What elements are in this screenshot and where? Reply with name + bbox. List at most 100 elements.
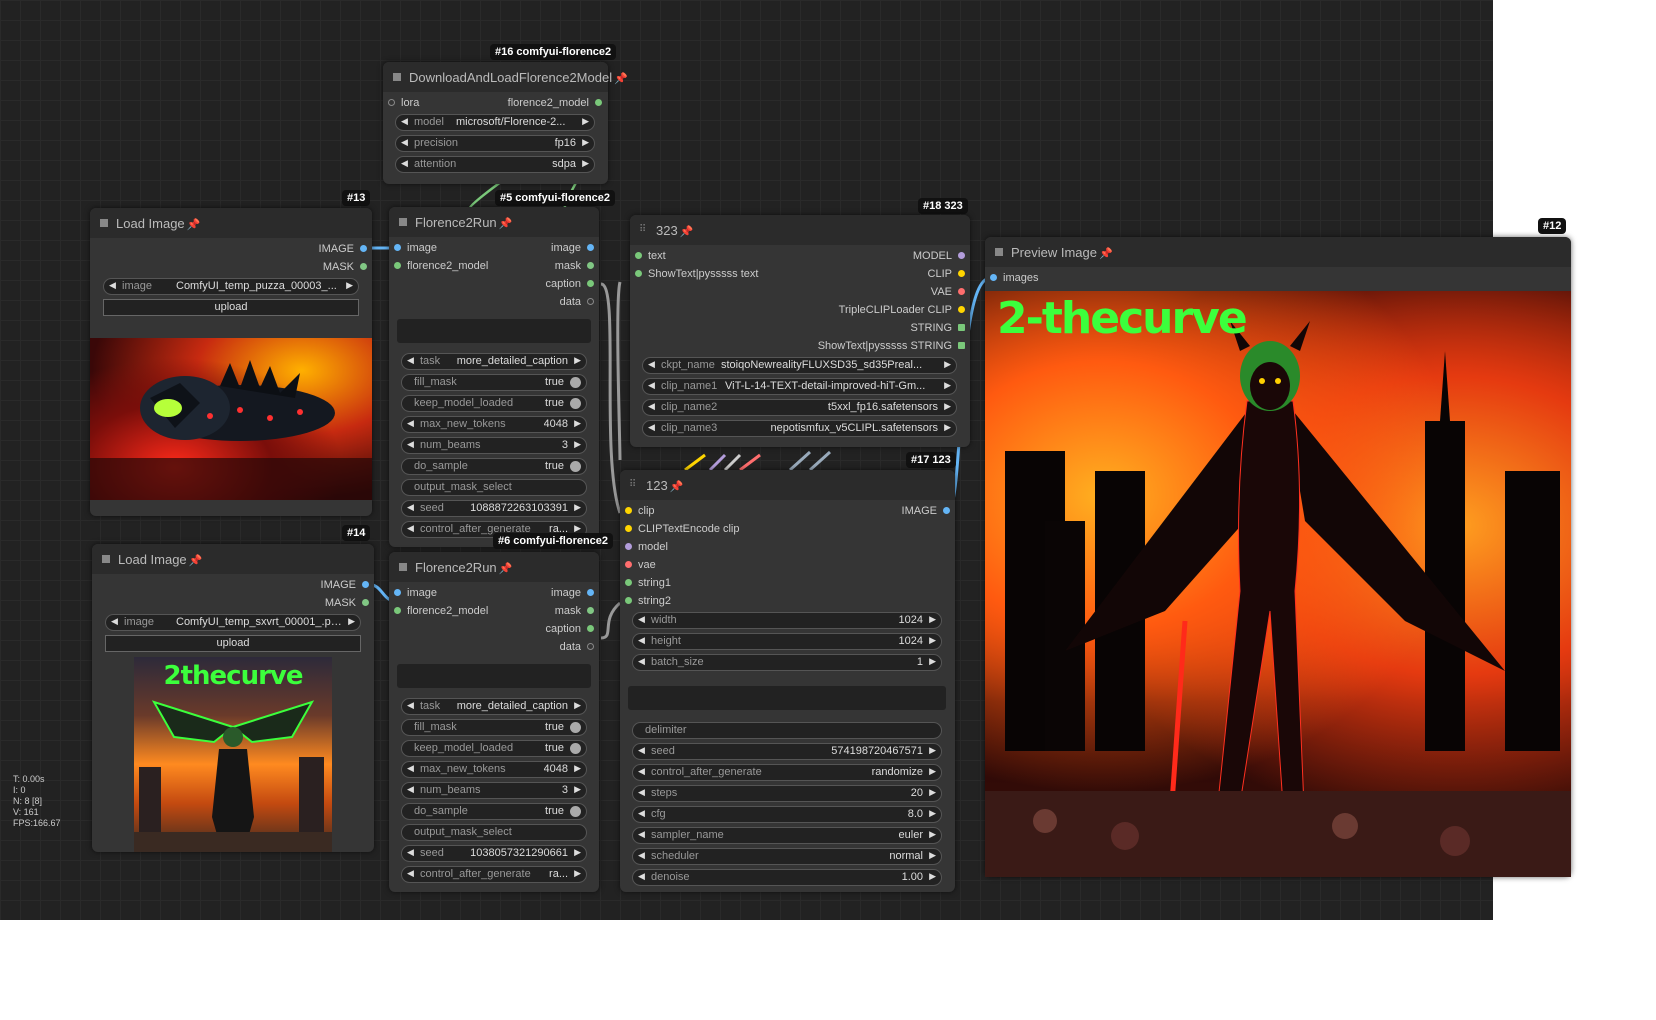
node-preview-image[interactable]: Preview Image 📌 images 2-thecurve: [985, 237, 1571, 877]
prompt-textarea[interactable]: [397, 664, 591, 688]
node-florence2run-5[interactable]: Florence2Run 📌 image florence2_model imag…: [389, 207, 599, 547]
output-image[interactable]: IMAGE: [870, 503, 950, 519]
widget-width[interactable]: ◀ width 1024 ▶: [632, 612, 942, 629]
image-preview-character: 2thecurve: [134, 657, 332, 852]
widget-max-new-tokens[interactable]: ◀ max_new_tokens 4048 ▶: [401, 416, 587, 433]
widget-steps[interactable]: ◀ steps 20 ▶: [632, 785, 942, 802]
widget-control-after-generate[interactable]: ◀ control_after_generate ra... ▶: [401, 866, 587, 883]
collapse-icon[interactable]: [100, 219, 108, 227]
toggle-fill-mask[interactable]: fill_mask true: [401, 719, 587, 736]
output-mask[interactable]: MASK: [287, 259, 367, 275]
widget-seed[interactable]: ◀ seed 1038057321290661 ▶: [401, 845, 587, 862]
output-data[interactable]: data: [514, 294, 594, 310]
node-18-badge: #18 323: [918, 198, 968, 214]
widget-output-mask-select[interactable]: output_mask_select: [401, 824, 587, 841]
output-data[interactable]: data: [514, 639, 594, 655]
output-caption[interactable]: caption: [514, 276, 594, 292]
output-clip[interactable]: CLIP: [765, 266, 965, 282]
widget-seed[interactable]: ◀ seed 574198720467571 ▶: [632, 743, 942, 760]
widget-model[interactable]: ◀ model microsoft/Florence-2... ▶: [395, 114, 595, 131]
node-6-header[interactable]: Florence2Run 📌: [389, 552, 599, 582]
output-florence2-model[interactable]: florence2_model: [482, 95, 602, 111]
output-triple-clip[interactable]: TripleCLIPLoader CLIP: [765, 302, 965, 318]
node-323-group[interactable]: ⠿ 323 📌 text ShowText|pysssss text MODEL …: [630, 215, 970, 447]
thumb-text: 2thecurve: [163, 661, 304, 691]
pin-icon[interactable]: 📌: [189, 555, 203, 567]
upload-button[interactable]: upload: [103, 299, 359, 316]
prompt-textarea[interactable]: [397, 319, 591, 343]
output-model[interactable]: MODEL: [765, 248, 965, 264]
pin-icon[interactable]: 📌: [614, 73, 628, 85]
pin-icon[interactable]: 📌: [499, 563, 513, 575]
collapse-icon[interactable]: [102, 555, 110, 563]
pin-icon[interactable]: 📌: [680, 226, 694, 238]
collapse-icon[interactable]: [393, 73, 401, 81]
node-13-badge: #13: [342, 190, 371, 206]
node-18-header[interactable]: ⠿ 323 📌: [630, 215, 970, 245]
collapse-icon[interactable]: [399, 563, 407, 571]
node-14-header[interactable]: Load Image 📌: [92, 544, 374, 574]
pin-icon[interactable]: 📌: [670, 481, 684, 493]
widget-batch-size[interactable]: ◀ batch_size 1 ▶: [632, 654, 942, 671]
output-image[interactable]: IMAGE: [289, 577, 369, 593]
widget-task[interactable]: ◀ task more_detailed_caption ▶: [401, 698, 587, 715]
toggle-fill-mask[interactable]: fill_mask true: [401, 374, 587, 391]
output-caption[interactable]: caption: [514, 621, 594, 637]
widget-height[interactable]: ◀ height 1024 ▶: [632, 633, 942, 650]
output-image[interactable]: IMAGE: [287, 241, 367, 257]
widget-num-beams[interactable]: ◀ num_beams 3 ▶: [401, 782, 587, 799]
widget-denoise[interactable]: ◀ denoise 1.00 ▶: [632, 869, 942, 886]
toggle-keep-model-loaded[interactable]: keep_model_loaded true: [401, 395, 587, 412]
widget-clip-name3[interactable]: ◀ clip_name3 nepotismfux_v5CLIPL.safetenso…: [642, 420, 957, 437]
output-mask[interactable]: MASK: [289, 595, 369, 611]
toggle-keep-model-loaded[interactable]: keep_model_loaded true: [401, 740, 587, 757]
output-mask[interactable]: mask: [514, 258, 594, 274]
node-download-florence2[interactable]: DownloadAndLoadFlorence2Model 📌 lora flor…: [383, 62, 628, 184]
output-string[interactable]: STRING: [765, 320, 965, 336]
pin-icon[interactable]: 📌: [499, 218, 513, 230]
widget-clip-name1[interactable]: ◀ clip_name1 ViT-L-14-TEXT-detail-improved…: [642, 378, 957, 395]
widget-ckpt-name[interactable]: ◀ ckpt_name stoiqoNewrealityFLUXSD35_sd35P…: [642, 357, 957, 374]
output-mask[interactable]: mask: [514, 603, 594, 619]
widget-num-beams[interactable]: ◀ num_beams 3 ▶: [401, 437, 587, 454]
node-17-header[interactable]: ⠿ 123 📌: [620, 470, 955, 500]
node-florence2run-6[interactable]: Florence2Run 📌 image florence2_model imag…: [389, 552, 599, 892]
widget-control-after-generate[interactable]: ◀ control_after_generate randomize ▶: [632, 764, 942, 781]
widget-cfg[interactable]: ◀ cfg 8.0 ▶: [632, 806, 942, 823]
toggle-do-sample[interactable]: do_sample true: [401, 803, 587, 820]
pin-icon[interactable]: 📌: [1099, 248, 1113, 260]
widget-sampler-name[interactable]: ◀ sampler_name euler ▶: [632, 827, 942, 844]
widget-clip-name2[interactable]: ◀ clip_name2 t5xxl_fp16.safetensors ▶: [642, 399, 957, 416]
toggle-do-sample[interactable]: do_sample true: [401, 458, 587, 475]
node-13-header[interactable]: Load Image 📌: [90, 208, 372, 238]
widget-precision[interactable]: ◀ precision fp16 ▶: [395, 135, 595, 152]
drag-handle-icon[interactable]: ⠿: [639, 225, 649, 235]
widget-scheduler[interactable]: ◀ scheduler normal ▶: [632, 848, 942, 865]
node-12-header[interactable]: Preview Image 📌: [985, 237, 1571, 267]
drag-handle-icon[interactable]: ⠿: [629, 480, 639, 490]
output-image[interactable]: image: [514, 240, 594, 256]
widget-delimiter[interactable]: delimiter: [632, 722, 942, 739]
widget-task[interactable]: ◀ task more_detailed_caption ▶: [401, 353, 587, 370]
collapse-icon[interactable]: [995, 248, 1003, 256]
node-123-group[interactable]: ⠿ 123 📌 clip CLIPTextEncode clip model va…: [620, 470, 955, 892]
widget-attention[interactable]: ◀ attention sdpa ▶: [395, 156, 595, 173]
output-vae[interactable]: VAE: [765, 284, 965, 300]
node-load-image-14[interactable]: Load Image 📌 IMAGE MASK ◀ image ComfyUI_tem…: [92, 544, 374, 852]
output-showtext-string[interactable]: ShowText|pysssss STRING: [765, 338, 965, 354]
widget-max-new-tokens[interactable]: ◀ max_new_tokens 4048 ▶: [401, 761, 587, 778]
output-image[interactable]: image: [514, 585, 594, 601]
node-16-header[interactable]: DownloadAndLoadFlorence2Model 📌: [383, 62, 628, 92]
node-load-image-13[interactable]: Load Image 📌 IMAGE MASK ◀ image ComfyUI_tem…: [90, 208, 372, 516]
collapse-icon[interactable]: [399, 218, 407, 226]
widget-output-mask-select[interactable]: output_mask_select: [401, 479, 587, 496]
stat-vertices: V: 161: [13, 807, 39, 817]
node-5-header[interactable]: Florence2Run 📌: [389, 207, 599, 237]
widget-image-select[interactable]: ◀ image ComfyUI_temp_puzza_00003_... ▶: [103, 278, 359, 295]
string-textarea[interactable]: [628, 686, 946, 710]
pin-icon[interactable]: 📌: [187, 219, 201, 231]
upload-button[interactable]: upload: [105, 635, 361, 652]
widget-seed[interactable]: ◀ seed 1088872263103391 ▶: [401, 500, 587, 517]
widget-image-select[interactable]: ◀ image ComfyUI_temp_sxvrt_00001_.png ▶: [105, 614, 361, 631]
link-str-18-17b: [808, 450, 832, 472]
